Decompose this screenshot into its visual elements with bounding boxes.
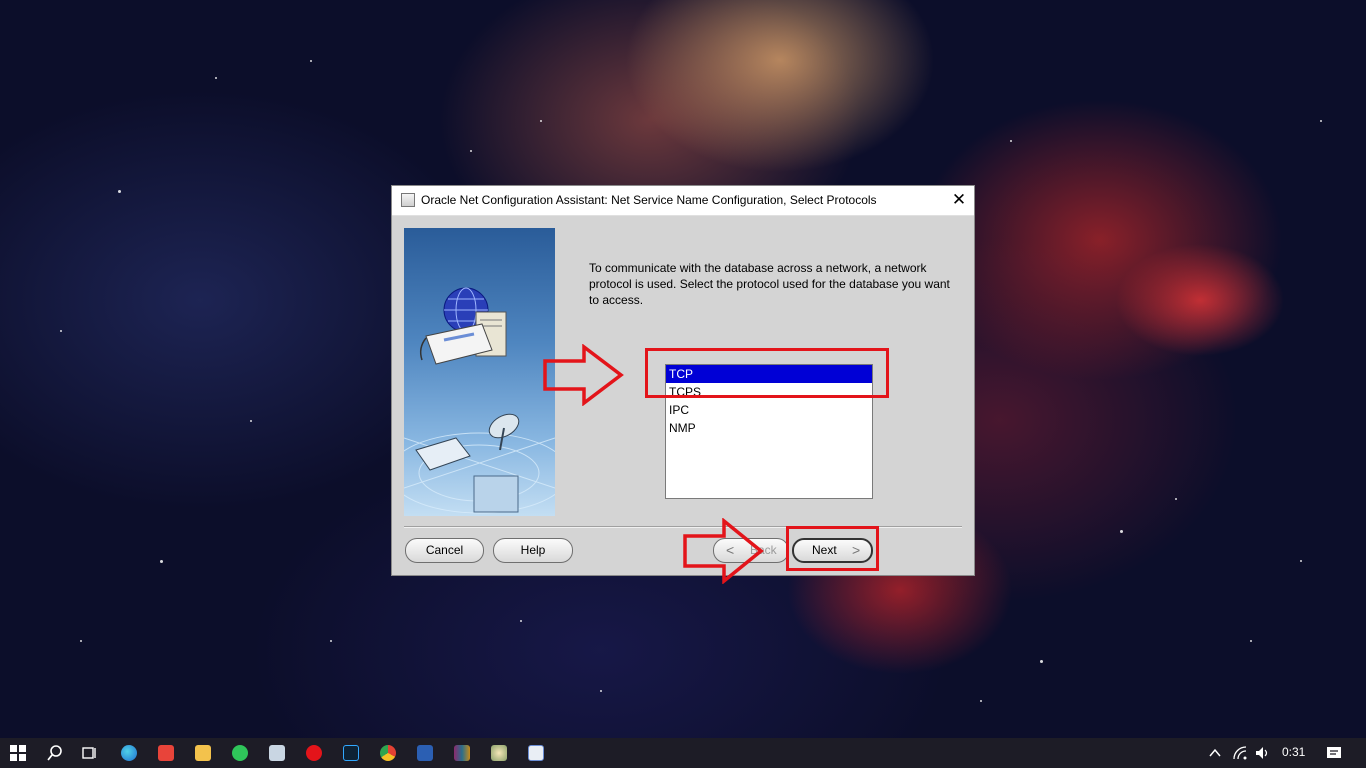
paint-icon[interactable] <box>491 745 507 761</box>
star <box>60 330 62 332</box>
star <box>310 60 312 62</box>
annotation-highlight-tcp <box>645 348 889 398</box>
word-icon[interactable] <box>417 745 433 761</box>
app-window-icon[interactable] <box>528 745 544 761</box>
annotation-arrow-right-icon <box>683 518 764 584</box>
satellite-dish-icon <box>488 413 520 451</box>
windows-start-icon[interactable] <box>10 745 26 761</box>
opera-icon[interactable] <box>306 745 322 761</box>
volume-icon[interactable] <box>1254 745 1270 761</box>
wizard-illustration <box>404 228 555 516</box>
star <box>1175 498 1177 500</box>
protocol-option-nmp[interactable]: NMP <box>666 419 872 437</box>
star <box>1010 140 1012 142</box>
annotation-arrow-right-icon <box>543 344 624 406</box>
protocol-option-ipc[interactable]: IPC <box>666 401 872 419</box>
star <box>540 120 542 122</box>
star <box>520 620 522 622</box>
taskbar: 0:31 <box>0 738 1366 768</box>
task-view-icon[interactable] <box>82 745 98 761</box>
star <box>160 560 163 563</box>
star <box>1320 120 1322 122</box>
star <box>1040 660 1043 663</box>
keyboard-icon <box>415 437 471 471</box>
ticket-card-icon <box>419 323 493 365</box>
dialog-title: Oracle Net Configuration Assistant: Net … <box>421 193 877 207</box>
star <box>118 190 121 193</box>
notification-icon[interactable] <box>1326 745 1342 761</box>
winrar-icon[interactable] <box>454 745 470 761</box>
close-button[interactable]: ✕ <box>944 186 974 215</box>
whatsapp-icon[interactable] <box>232 745 248 761</box>
star <box>600 690 602 692</box>
star <box>250 420 252 422</box>
search-icon[interactable] <box>47 745 63 761</box>
photoshop-icon[interactable] <box>343 745 359 761</box>
edge-icon[interactable] <box>121 745 137 761</box>
star <box>80 640 82 642</box>
app-icon[interactable] <box>158 745 174 761</box>
chevron-up-icon[interactable] <box>1207 745 1223 761</box>
star <box>470 150 472 152</box>
help-button[interactable]: Help <box>493 538 573 563</box>
java-app-icon <box>401 193 415 207</box>
star <box>215 77 217 79</box>
file-explorer-icon[interactable] <box>195 745 211 761</box>
star <box>1250 640 1252 642</box>
dialog-titlebar[interactable]: Oracle Net Configuration Assistant: Net … <box>392 186 974 216</box>
wifi-icon[interactable] <box>1232 745 1248 761</box>
star <box>1120 530 1123 533</box>
star <box>330 640 332 642</box>
star <box>1300 560 1302 562</box>
folder-icon <box>473 475 519 513</box>
chrome-icon[interactable] <box>380 745 396 761</box>
network-illustration-graphic <box>404 287 555 514</box>
clock-time[interactable]: 0:31 <box>1282 745 1305 759</box>
star <box>980 700 982 702</box>
annotation-highlight-next <box>786 526 879 571</box>
cancel-button[interactable]: Cancel <box>405 538 484 563</box>
instructions-text: To communicate with the database across … <box>589 261 950 307</box>
notes-icon[interactable] <box>269 745 285 761</box>
